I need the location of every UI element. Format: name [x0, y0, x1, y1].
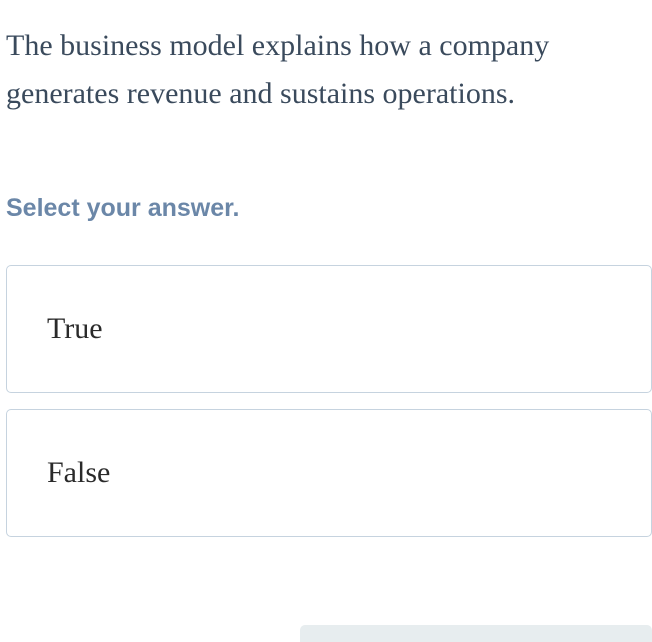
instruction-text: Select your answer.	[0, 118, 652, 223]
option-true[interactable]: True	[6, 265, 652, 393]
option-label: True	[47, 312, 103, 345]
bottom-panel	[300, 625, 652, 642]
question-text: The business model explains how a compan…	[0, 0, 652, 118]
option-false[interactable]: False	[6, 409, 652, 537]
options-container: True False	[0, 265, 652, 537]
option-label: False	[47, 456, 110, 489]
